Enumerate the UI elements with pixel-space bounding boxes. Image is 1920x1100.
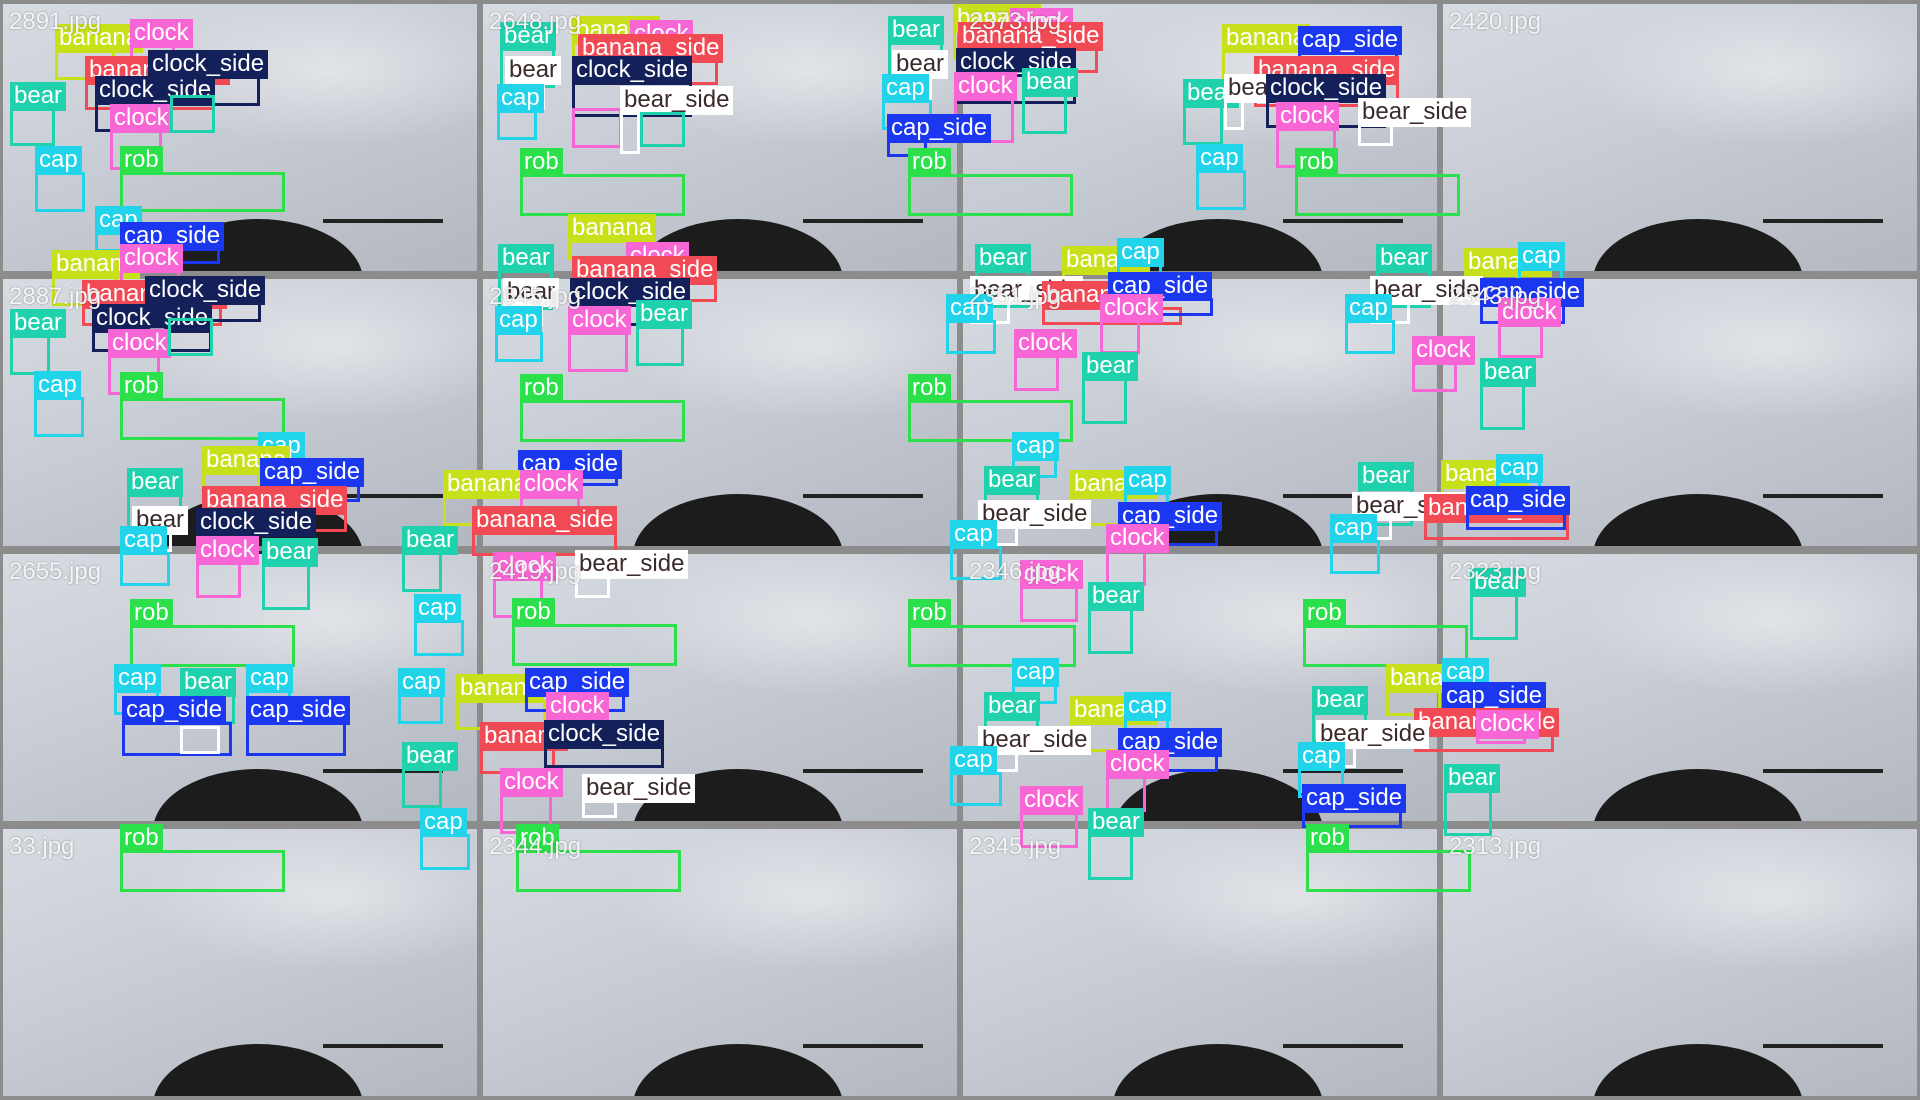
tile-filename: 2313.jpg [1449,833,1542,860]
tile: 2373.jpg [963,4,1437,271]
tile-filename: 2655.jpg [9,558,102,585]
tile: 2419.jpg [483,554,957,821]
robot-base [1113,769,1323,821]
tile-filename: 2420.jpg [1449,8,1542,35]
robot-cable [1283,769,1403,773]
robot-base [153,219,363,271]
tile-filename: 2345.jpg [969,833,1062,860]
tile: 33.jpg [3,829,477,1096]
robot-cable [1283,494,1403,498]
tile-filename: 2419.jpg [489,558,582,585]
tile: 2313.jpg [1443,829,1917,1096]
robot-base [633,769,843,821]
robot-cable [323,1044,443,1048]
tile-filename: 2343.jpg [1449,283,1542,310]
robot-base [1593,219,1803,271]
tile: 2351.jpg [963,279,1437,546]
tile: 2655.jpg [3,554,477,821]
tile: 2344.jpg [483,829,957,1096]
tile: 2648.jpg [483,4,957,271]
robot-base [633,219,843,271]
detection-mosaic: 2891.jpg 2648.jpg 2373.jpg 2420.jpg 2887… [0,0,1920,1100]
robot-base [1593,769,1803,821]
robot-cable [323,219,443,223]
tile: 2891.jpg [3,4,477,271]
robot-base [633,494,843,546]
robot-cable [323,494,443,498]
robot-cable [803,1044,923,1048]
tile-filename: 2346.jpg [969,558,1062,585]
tile-filename: 2344.jpg [489,833,582,860]
robot-cable [1283,1044,1403,1048]
tile: 2420.jpg [1443,4,1917,271]
tile: 2345.jpg [963,829,1437,1096]
robot-cable [803,769,923,773]
robot-base [153,1044,363,1096]
robot-base [633,1044,843,1096]
robot-base [1113,219,1323,271]
tile-filename: 2373.jpg [969,8,1062,35]
robot-cable [1763,1044,1883,1048]
tile-filename: 2323.jpg [1449,558,1542,585]
tile: 2645.jpg [483,279,957,546]
robot-base [1593,494,1803,546]
tile-filename: 2351.jpg [969,283,1062,310]
robot-base [153,494,363,546]
tile: 2343.jpg [1443,279,1917,546]
robot-cable [1763,494,1883,498]
robot-cable [803,219,923,223]
tile-filename: 2887.jpg [9,283,102,310]
tile-filename: 33.jpg [9,833,75,860]
robot-cable [1283,219,1403,223]
robot-base [1113,1044,1323,1096]
robot-cable [323,769,443,773]
robot-cable [803,494,923,498]
tile: 2887.jpg [3,279,477,546]
robot-base [1593,1044,1803,1096]
robot-base [153,769,363,821]
robot-base [1113,494,1323,546]
tile-filename: 2645.jpg [489,283,582,310]
tile-filename: 2648.jpg [489,8,582,35]
robot-cable [1763,219,1883,223]
tile: 2346.jpg [963,554,1437,821]
robot-cable [1763,769,1883,773]
tile: 2323.jpg [1443,554,1917,821]
tile-filename: 2891.jpg [9,8,102,35]
